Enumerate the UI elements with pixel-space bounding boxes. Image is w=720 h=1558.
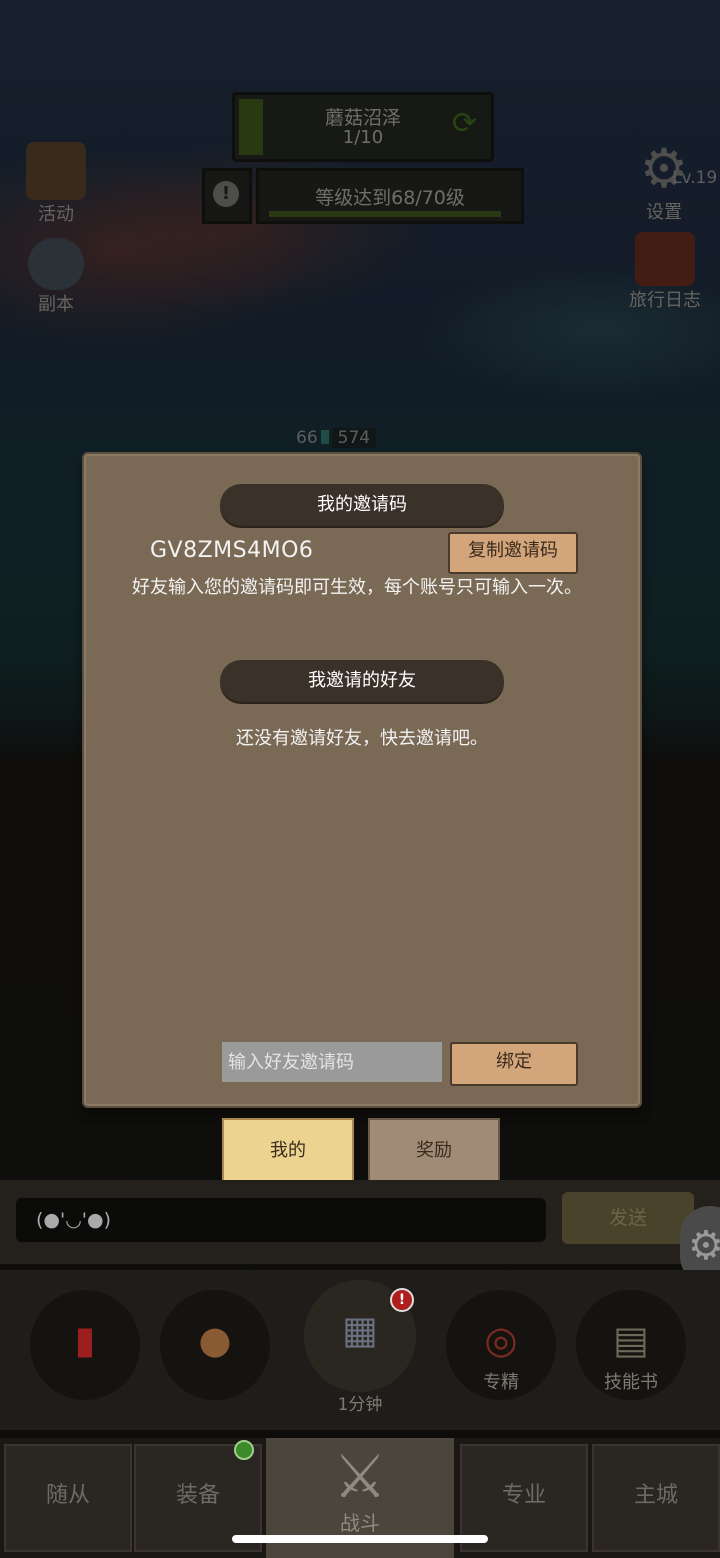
specialize-button[interactable]: ◎ 专精 [446,1290,556,1400]
friend-code-input[interactable] [222,1042,442,1082]
potion-icon: ▮ [74,1318,96,1362]
nav-followers[interactable]: 随从 [4,1444,132,1552]
bind-button[interactable]: 绑定 [450,1042,578,1086]
home-indicator[interactable] [232,1535,488,1543]
equipment-notification-dot [234,1440,254,1460]
skill-book-label: 技能书 [604,1372,658,1393]
tab-mine[interactable]: 我的 [222,1118,354,1184]
chest-timer: 1分钟 [337,1395,383,1415]
skill-book-button[interactable]: ▤ 技能书 [576,1290,686,1400]
invite-code: GV8ZMS4MO6 [150,538,314,563]
specialize-label: 专精 [483,1372,519,1393]
skill-book-icon: ▤ [613,1318,649,1362]
nav-main-city[interactable]: 主城 [592,1444,720,1552]
my-code-title: 我的邀请码 [220,484,504,526]
tab-reward[interactable]: 奖励 [368,1118,500,1184]
bread-icon: ● [198,1318,232,1362]
chest-alert-icon: ! [390,1288,414,1312]
copy-code-button[interactable]: 复制邀请码 [448,532,578,574]
chest-icon: ▦ [342,1308,378,1352]
specialize-icon: ◎ [484,1318,518,1362]
chat-bar: (●'◡'●) 发送 [0,1180,720,1264]
invite-dialog: 我的邀请码 GV8ZMS4MO6 复制邀请码 好友输入您的邀请码即可生效，每个账… [82,452,642,1108]
send-button[interactable]: 发送 [562,1192,694,1244]
crossed-swords-icon: ⚔ [333,1442,387,1512]
bread-button[interactable]: ● [160,1290,270,1400]
invited-friends-title: 我邀请的好友 [220,660,504,702]
empty-friends-message: 还没有邀请好友，快去邀请吧。 [236,728,488,749]
nav-battle-label: 战斗 [340,1511,380,1535]
invite-description: 好友输入您的邀请码即可生效，每个账号只可输入一次。 [132,577,582,598]
chat-input[interactable]: (●'◡'●) [16,1198,546,1242]
potion-button[interactable]: ▮ [30,1290,140,1400]
action-row: ▮ ● ▦ ! 1分钟 ◎ 专精 ▤ 技能书 [0,1270,720,1430]
